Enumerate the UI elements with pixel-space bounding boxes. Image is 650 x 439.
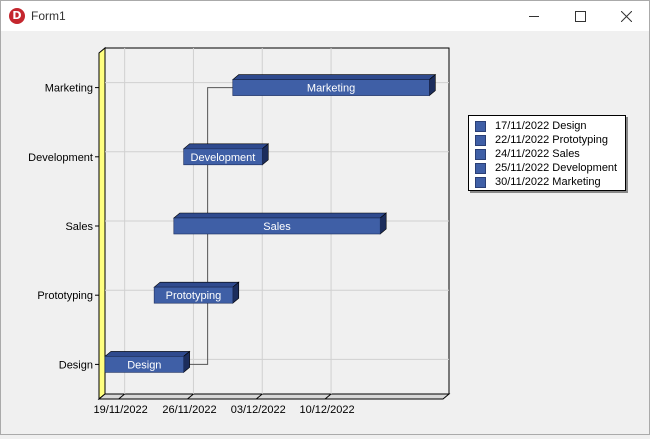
gantt-bar-label: Marketing <box>307 83 355 95</box>
gantt-bar-top <box>231 74 437 80</box>
left-wall <box>98 46 106 401</box>
gantt-bar-label: Development <box>191 152 256 164</box>
y-axis-label: Design <box>59 359 93 371</box>
maximize-button[interactable] <box>557 1 603 31</box>
x-axis-label: 03/12/2022 <box>231 404 286 416</box>
gantt-bar-label: Sales <box>263 221 291 233</box>
x-axis-label: 26/11/2022 <box>162 404 216 416</box>
minimize-button[interactable] <box>511 1 557 31</box>
legend-label: 30/11/2022 Marketing <box>495 176 601 188</box>
x-axis-label: 10/12/2022 <box>300 404 355 416</box>
title-bar[interactable]: D Form1 <box>1 1 649 31</box>
minimize-icon <box>529 16 539 17</box>
gantt-bar-top <box>182 143 270 150</box>
gantt-bar-top <box>153 281 240 288</box>
chart-legend: 17/11/2022 Design 22/11/2022 Prototyping… <box>468 115 626 191</box>
main-window: D Form1 Design Prototyping Sales Developmen… <box>0 0 650 435</box>
y-axis-label: Development <box>28 152 93 164</box>
close-button[interactable] <box>603 1 649 31</box>
legend-swatch <box>475 163 486 174</box>
y-axis-label: Prototyping <box>37 290 93 302</box>
legend-label: 24/11/2022 Sales <box>495 148 580 160</box>
y-axis-label: Marketing <box>45 83 93 95</box>
close-icon <box>621 11 632 22</box>
x-axis-label: 19/11/2022 <box>94 404 148 416</box>
legend-swatch <box>475 135 486 146</box>
legend-label: 22/11/2022 Prototyping <box>495 134 608 146</box>
gantt-bar-top <box>104 351 191 357</box>
delphi-app-icon: D <box>9 8 25 24</box>
legend-label: 17/11/2022 Design <box>495 120 587 132</box>
gantt-chart-svg: Design Prototyping Sales Development Marketi… <box>28 46 451 416</box>
legend-swatch <box>475 121 486 132</box>
gantt-bar-label: Prototyping <box>166 290 222 302</box>
maximize-icon <box>575 11 586 22</box>
floor <box>97 393 451 400</box>
gantt-chart: Design Prototyping Sales Development Marketi… <box>1 31 649 434</box>
gantt-bar-label: Design <box>127 359 161 371</box>
y-axis-label: Sales <box>65 221 93 233</box>
gantt-bar-top <box>172 212 388 219</box>
legend-swatch <box>475 149 486 160</box>
window-title: Form1 <box>31 9 66 23</box>
legend-swatch <box>475 177 486 188</box>
legend-label: 25/11/2022 Development <box>495 162 618 174</box>
